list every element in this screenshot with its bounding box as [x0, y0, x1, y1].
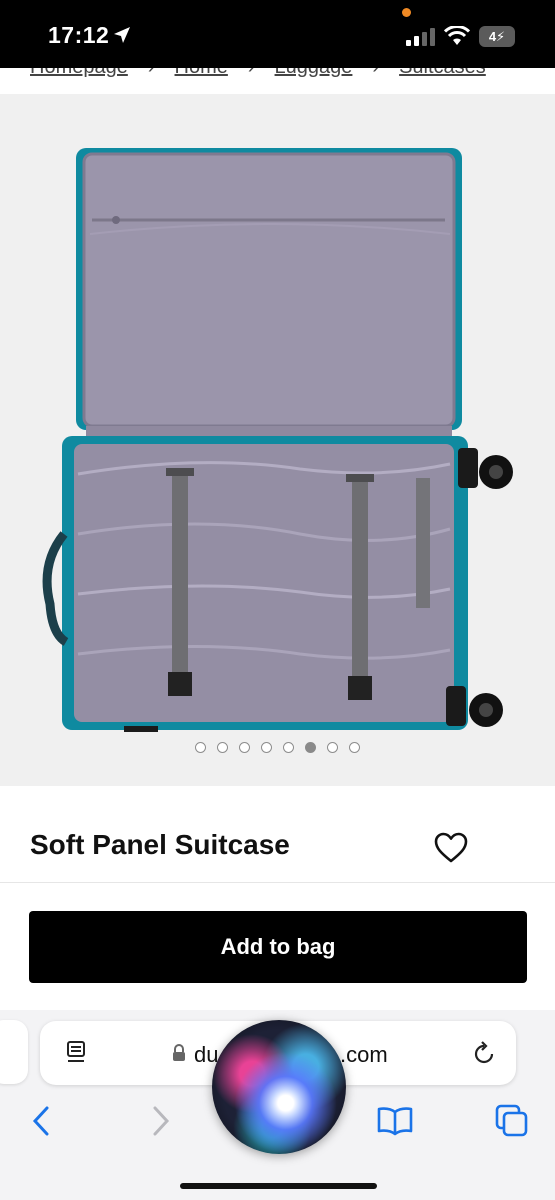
breadcrumb-home[interactable]: Home	[175, 68, 228, 78]
privacy-indicator-dot	[402, 8, 411, 17]
tabs-icon[interactable]	[495, 1104, 529, 1138]
home-indicator	[180, 1183, 377, 1189]
status-bar: 17:12 4⚡	[0, 0, 555, 68]
siri-icon	[212, 1020, 346, 1154]
back-icon[interactable]	[32, 1106, 50, 1136]
carousel-dot[interactable]	[217, 742, 228, 753]
breadcrumb-separator: ›	[148, 68, 155, 79]
url-text-end[interactable]: .com	[340, 1042, 388, 1068]
reader-icon[interactable]	[66, 1040, 88, 1066]
battery-icon: 4⚡	[479, 26, 515, 47]
lock-icon	[173, 1044, 185, 1061]
carousel-dot[interactable]	[195, 742, 206, 753]
breadcrumb-suitcases[interactable]: Suitcases	[399, 68, 486, 78]
product-title-row: Soft Panel Suitcase	[0, 786, 555, 883]
carousel-dot[interactable]	[327, 742, 338, 753]
carousel-pagination[interactable]	[0, 742, 555, 758]
cellular-signal-icon	[406, 28, 435, 46]
wishlist-heart-icon[interactable]	[433, 830, 469, 866]
location-arrow-icon	[114, 27, 130, 43]
breadcrumb-homepage[interactable]: Homepage	[30, 68, 128, 78]
battery-level: 4	[488, 29, 497, 44]
breadcrumb-luggage[interactable]: Luggage	[275, 68, 353, 78]
carousel-dot[interactable]	[261, 742, 272, 753]
wifi-icon	[444, 26, 470, 45]
carousel-dot[interactable]	[349, 742, 360, 753]
product-title: Soft Panel Suitcase	[30, 829, 290, 860]
breadcrumb-separator: ›	[248, 68, 255, 79]
carousel-dot[interactable]	[239, 742, 250, 753]
forward-icon[interactable]	[152, 1106, 170, 1136]
product-image	[42, 148, 513, 732]
add-to-bag-button[interactable]: Add to bag	[29, 911, 527, 983]
carousel-dot-active[interactable]	[305, 742, 316, 753]
breadcrumb-separator: ›	[372, 68, 379, 79]
previous-tab-peek[interactable]	[0, 1020, 28, 1084]
status-time: 17:12	[48, 22, 110, 48]
breadcrumb: Homepage › Home › Luggage › Suitcases	[0, 68, 555, 94]
reload-icon[interactable]	[472, 1040, 496, 1066]
bookmarks-icon[interactable]	[377, 1106, 413, 1136]
product-image-gallery[interactable]	[0, 94, 555, 786]
carousel-dot[interactable]	[283, 742, 294, 753]
